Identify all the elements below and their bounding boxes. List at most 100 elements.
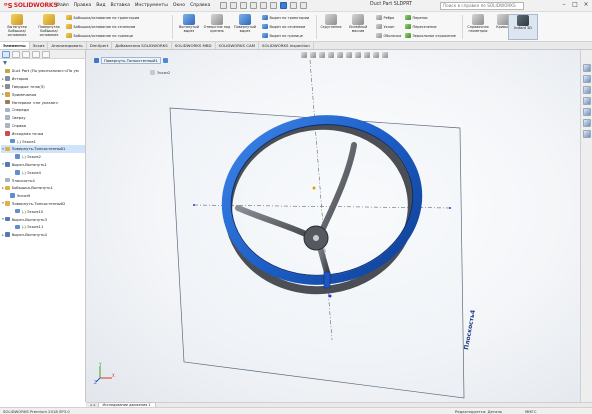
open-icon[interactable] bbox=[240, 2, 248, 9]
hole-wizard-button[interactable]: Отверстие под крепеж bbox=[202, 14, 232, 40]
minimize-icon[interactable]: – bbox=[560, 1, 568, 9]
tab-evaluate[interactable]: Анализировать bbox=[48, 42, 87, 49]
tree-item[interactable]: ▸ История bbox=[1, 75, 85, 83]
menu-insert[interactable]: Вставка bbox=[111, 3, 130, 8]
sketch-point[interactable] bbox=[328, 294, 332, 298]
tab-cam[interactable]: SOLIDWORKS CAM bbox=[216, 42, 259, 49]
boundary-cut-button[interactable]: Вырез по границе bbox=[262, 32, 309, 39]
rebuild-icon[interactable] bbox=[290, 2, 298, 9]
axis-endpoint[interactable] bbox=[449, 207, 451, 209]
tree-item[interactable]: ▾ Вырез-Вытянуть3 bbox=[1, 215, 85, 223]
help-search-input[interactable]: Поиск в справке по SOLIDWORKS bbox=[440, 1, 524, 10]
design-library-icon[interactable] bbox=[582, 75, 591, 83]
tree-item-label: (-) Эскиз2 bbox=[21, 154, 41, 160]
maximize-icon[interactable]: □ bbox=[571, 1, 579, 9]
swept-cut-button[interactable]: Вырез по траектории bbox=[262, 14, 309, 21]
tree-item[interactable]: Плоскость4 bbox=[1, 176, 85, 184]
lofted-boss-button[interactable]: Бобышка/основание по сечениям bbox=[66, 23, 139, 30]
tree-item[interactable]: (-) Эскиз4 bbox=[1, 168, 85, 176]
tab-features[interactable]: Элементы bbox=[0, 42, 30, 49]
tab-sketch[interactable]: Эскиз bbox=[30, 42, 49, 49]
shell-button[interactable]: Оболочка bbox=[376, 32, 401, 39]
tree-item[interactable]: (-) Эскиз10 bbox=[1, 207, 85, 215]
solidworks-logo[interactable]: ᴰS SOLIDWORKS bbox=[0, 0, 58, 12]
tree-item[interactable]: Исходная точка bbox=[1, 129, 85, 137]
duct-mount[interactable] bbox=[323, 271, 331, 289]
tree-item[interactable]: ▾ Повернуть-Тонкостенный1 bbox=[1, 144, 85, 153]
appearances-icon[interactable] bbox=[582, 108, 591, 116]
solidworks-resources-icon[interactable] bbox=[582, 64, 591, 72]
menu-window[interactable]: Окно bbox=[173, 3, 185, 8]
sketch-icon bbox=[10, 138, 15, 144]
tab-dimxpert[interactable]: DimXpert bbox=[87, 42, 113, 49]
property-manager-tab-icon[interactable] bbox=[12, 51, 20, 58]
options-icon[interactable] bbox=[300, 2, 308, 9]
rib-button[interactable]: Ребро bbox=[376, 14, 401, 21]
tree-item[interactable]: ▾ Вырез-Вытянуть1 bbox=[1, 161, 85, 169]
tree-filter[interactable] bbox=[0, 59, 85, 67]
dimxpert-tab-icon[interactable] bbox=[32, 51, 40, 58]
new-icon[interactable] bbox=[230, 2, 238, 9]
custom-properties-icon[interactable] bbox=[582, 119, 591, 127]
view-palette-icon[interactable] bbox=[582, 97, 591, 105]
boundary-boss-button[interactable]: Бобышка/основание по границе bbox=[66, 32, 139, 39]
tree-item-label: История bbox=[11, 76, 29, 82]
cut-group: Вырез по траектории Вырез по сечениям Вы… bbox=[262, 14, 309, 39]
configuration-tab-icon[interactable] bbox=[22, 51, 30, 58]
tree-item[interactable]: Эскиз9 bbox=[1, 192, 85, 200]
tab-inspection[interactable]: SOLIDWORKS Inspection bbox=[259, 42, 314, 49]
extruded-boss-button[interactable]: Вытянутая Бобышка/основание bbox=[2, 14, 32, 40]
wrap-button[interactable]: Перенос bbox=[405, 14, 456, 21]
sketch-point[interactable] bbox=[312, 186, 316, 190]
axis-endpoint[interactable] bbox=[193, 204, 195, 206]
plane-label[interactable]: Плоскость4 bbox=[463, 309, 477, 350]
tree-item[interactable]: Сверху bbox=[1, 114, 85, 122]
menu-help[interactable]: Справка bbox=[190, 3, 210, 8]
tree-item[interactable]: Материал <не указан> bbox=[1, 98, 85, 106]
feature-icon bbox=[5, 201, 10, 206]
revolved-cut-button[interactable]: Повернутый вырез bbox=[230, 14, 260, 40]
tree-item[interactable]: ▸ Примечания bbox=[1, 90, 85, 98]
menu-file[interactable]: Файл bbox=[56, 3, 69, 8]
graphics-area[interactable]: Повернуть-Тонкостенный1 Эскиз2 Плоскость… bbox=[86, 50, 580, 402]
home-icon[interactable] bbox=[220, 2, 228, 9]
linear-pattern-button[interactable]: Линейный массив bbox=[343, 14, 373, 40]
close-icon[interactable]: × bbox=[582, 1, 590, 9]
tab-addins[interactable]: Добавления SOLIDWORKS bbox=[112, 42, 172, 49]
tab-mbd[interactable]: SOLIDWORKS MBD bbox=[172, 42, 216, 49]
undo-icon[interactable] bbox=[270, 2, 278, 9]
tree-item[interactable]: ▸ Твердые тела(3) bbox=[1, 83, 85, 91]
tree-item[interactable]: (-) Эскиз1 bbox=[1, 137, 85, 145]
draft-button[interactable]: Уклон bbox=[376, 23, 401, 30]
plane-icon bbox=[5, 107, 10, 113]
display-tab-icon[interactable] bbox=[42, 51, 50, 58]
mirror-button[interactable]: Зеркальное отражение bbox=[405, 32, 456, 39]
lofted-cut-button[interactable]: Вырез по сечениям bbox=[262, 23, 309, 30]
print-icon[interactable] bbox=[260, 2, 268, 9]
tree-item[interactable]: Спереди bbox=[1, 106, 85, 114]
tree-item[interactable]: Справа bbox=[1, 122, 85, 130]
view-triad[interactable]: Y X Z bbox=[94, 362, 116, 384]
filter-icon bbox=[3, 61, 7, 65]
tree-item[interactable]: (-) Эскиз2 bbox=[1, 153, 85, 161]
save-icon[interactable] bbox=[250, 2, 258, 9]
feature-tree-tab-icon[interactable] bbox=[2, 51, 10, 58]
menu-tools[interactable]: Инструменты bbox=[135, 3, 168, 8]
intersect-button[interactable]: Пересечение bbox=[405, 23, 456, 30]
tree-item[interactable]: ▸ Бобышка-Вытянуть1 bbox=[1, 184, 85, 192]
file-explorer-icon[interactable] bbox=[582, 86, 591, 94]
extruded-cut-button[interactable]: Вытянутый вырез bbox=[174, 14, 204, 40]
revolved-boss-button[interactable]: Повернутая Бобышка/основание bbox=[34, 14, 64, 40]
menu-edit[interactable]: Правка bbox=[74, 3, 91, 8]
select-icon[interactable] bbox=[280, 2, 288, 9]
tree-item[interactable]: (-) Эскиз11 bbox=[1, 223, 85, 231]
tree-item[interactable]: ▾ Повернуть-Тонкостенный2 bbox=[1, 200, 85, 208]
swept-boss-button[interactable]: Бобышка/основание по траектории bbox=[66, 14, 139, 21]
tree-item[interactable]: ▸ Вырез-Вытянуть4 bbox=[1, 231, 85, 239]
units-status[interactable]: MMГС bbox=[525, 409, 537, 414]
menu-view[interactable]: Вид bbox=[96, 3, 105, 8]
fillet-button[interactable]: Скругление bbox=[316, 14, 346, 40]
forum-icon[interactable] bbox=[582, 130, 591, 138]
instant3d-button[interactable]: Instant 3D bbox=[508, 14, 538, 40]
tree-item[interactable]: Duct Part (По умолчанию<<По ум bbox=[1, 67, 85, 75]
